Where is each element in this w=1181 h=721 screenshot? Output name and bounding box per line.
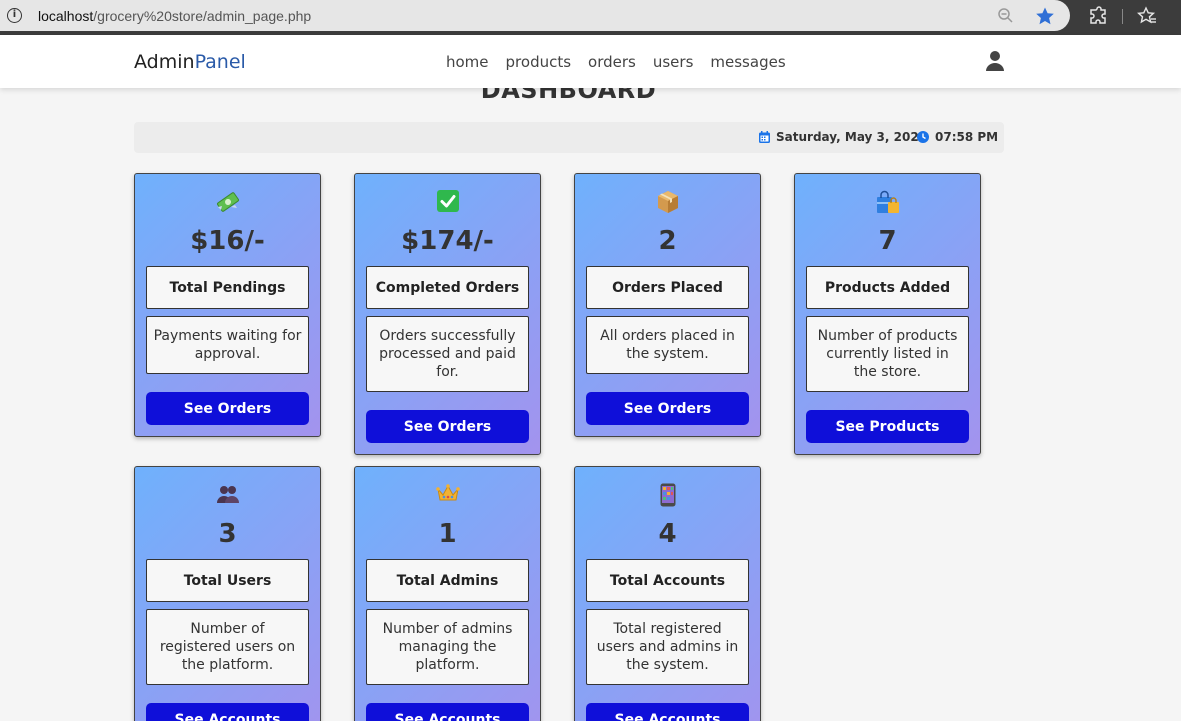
stat-description: Orders successfully processed and paid f… <box>366 316 529 392</box>
card-total-pendings: $16/- Total Pendings Payments waiting fo… <box>134 173 321 437</box>
check-icon <box>355 190 540 214</box>
calendar-icon <box>759 131 770 143</box>
logo-text: Admin <box>134 51 195 73</box>
stat-value: 1 <box>438 519 457 549</box>
see-accounts-button[interactable]: See Accounts <box>146 703 309 721</box>
nav-link-home[interactable]: home <box>446 53 489 71</box>
card-completed-orders: $174/- Completed Orders Orders successfu… <box>354 173 541 455</box>
favorites-icon[interactable] <box>1137 6 1157 26</box>
stat-value: 3 <box>218 519 237 549</box>
stat-label: Total Pendings <box>146 266 309 309</box>
info-icon[interactable]: i <box>7 8 22 23</box>
stat-label: Total Accounts <box>586 559 749 602</box>
bookmark-star-icon[interactable] <box>1035 6 1055 26</box>
date-text: Saturday, May 3, 2025 <box>776 130 928 144</box>
see-orders-button[interactable]: See Orders <box>146 392 309 425</box>
url-path: /grocery%20store/admin_page.php <box>93 8 312 24</box>
stat-description: All orders placed in the system. <box>586 316 749 374</box>
package-icon <box>575 190 760 214</box>
address-bar[interactable]: i localhost/grocery%20store/admin_page.p… <box>0 0 1070 31</box>
browser-toolbar: i localhost/grocery%20store/admin_page.p… <box>0 0 1181 35</box>
nav-link-products[interactable]: products <box>506 53 572 71</box>
nav-links: home products orders users messages <box>446 53 786 71</box>
admin-panel-logo[interactable]: AdminPanel <box>134 51 246 73</box>
stat-label: Total Users <box>146 559 309 602</box>
stat-description: Number of admins managing the platform. <box>366 609 529 685</box>
card-total-accounts: 4 Total Accounts Total registered users … <box>574 466 761 721</box>
url-text[interactable]: localhost/grocery%20store/admin_page.php <box>38 8 311 24</box>
see-orders-button[interactable]: See Orders <box>366 410 529 443</box>
time-text: 07:58 PM <box>935 130 999 144</box>
stat-value: $16/- <box>190 226 265 256</box>
nav-link-orders[interactable]: orders <box>588 53 636 71</box>
stat-value: 7 <box>878 226 897 256</box>
admin-navbar: AdminPanel home products orders users me… <box>0 35 1181 88</box>
see-accounts-button[interactable]: See Accounts <box>366 703 529 721</box>
time-display: 07:58 PM <box>917 130 998 144</box>
user-icon[interactable] <box>985 50 1005 72</box>
stat-description: Total registered users and admins in the… <box>586 609 749 685</box>
see-accounts-button[interactable]: See Accounts <box>586 703 749 721</box>
nav-link-messages[interactable]: messages <box>710 53 785 71</box>
clock-icon <box>917 131 929 143</box>
stat-label: Products Added <box>806 266 969 309</box>
card-total-admins: 1 Total Admins Number of admins managing… <box>354 466 541 721</box>
toolbar-separator <box>1122 9 1123 24</box>
logo-accent-text: Panel <box>194 51 246 73</box>
phone-icon <box>575 483 760 507</box>
date-display: Saturday, May 3, 2025 <box>759 130 927 144</box>
url-host: localhost <box>38 8 94 24</box>
money-icon <box>135 190 320 214</box>
stat-label: Completed Orders <box>366 266 529 309</box>
stat-value: 4 <box>658 519 677 549</box>
date-time-bar: Saturday, May 3, 2025 07:58 PM <box>134 122 1004 153</box>
card-orders-placed: 2 Orders Placed All orders placed in the… <box>574 173 761 437</box>
see-orders-button[interactable]: See Orders <box>586 392 749 425</box>
zoom-out-icon[interactable] <box>997 7 1014 24</box>
card-total-users: 3 Total Users Number of registered users… <box>134 466 321 721</box>
stat-description: Payments waiting for approval. <box>146 316 309 374</box>
crown-icon <box>355 483 540 507</box>
stat-description: Number of registered users on the platfo… <box>146 609 309 685</box>
extensions-icon[interactable] <box>1089 6 1109 26</box>
stat-label: Total Admins <box>366 559 529 602</box>
shopping-bags-icon <box>795 190 980 214</box>
see-products-button[interactable]: See Products <box>806 410 969 443</box>
stat-value: 2 <box>658 226 677 256</box>
stat-value: $174/- <box>401 226 494 256</box>
nav-link-users[interactable]: users <box>653 53 694 71</box>
card-products-added: 7 Products Added Number of products curr… <box>794 173 981 455</box>
stat-label: Orders Placed <box>586 266 749 309</box>
users-icon <box>135 483 320 507</box>
stat-description: Number of products currently listed in t… <box>806 316 969 392</box>
